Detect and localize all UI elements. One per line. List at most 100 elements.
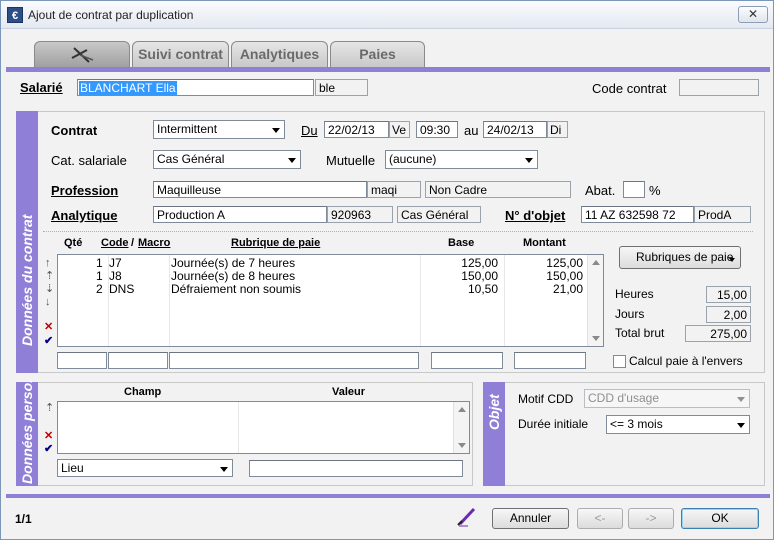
title-bar: € Ajout de contrat par duplication ✕	[1, 1, 773, 29]
mutuelle-value: (aucune)	[389, 152, 437, 166]
duree-initiale-select[interactable]: <= 3 mois	[606, 415, 750, 434]
donnees-perso-sidebar: Données perso.	[16, 379, 38, 486]
tab-underline	[6, 67, 770, 72]
chevron-down-icon	[220, 467, 228, 472]
grid-cell-qte: 1	[96, 269, 103, 283]
rubriques-de-paie-button[interactable]: Rubriques de paie	[619, 246, 741, 269]
col-champ-header: Champ	[124, 386, 162, 398]
duree-initiale-value: <= 3 mois	[610, 417, 663, 431]
record-position: 1/1	[15, 512, 32, 526]
analytique-field[interactable]	[153, 206, 327, 223]
profession-statut-field	[425, 181, 571, 198]
profession-code-field	[367, 181, 421, 198]
calcul-envers-checkbox[interactable]	[613, 355, 626, 368]
dialog-window: € Ajout de contrat par duplication ✕ Sui…	[0, 0, 774, 540]
ok-button[interactable]: OK	[681, 508, 759, 529]
scroll-up-icon[interactable]	[458, 407, 466, 412]
mutuelle-select[interactable]: (aucune)	[385, 150, 538, 169]
previous-button[interactable]: <-	[577, 508, 623, 529]
delete-row-icon[interactable]: ✕	[44, 322, 53, 333]
grid-cell-qte: 2	[96, 282, 103, 296]
code-contrat-field[interactable]	[679, 79, 759, 96]
lieu-value-field[interactable]	[249, 460, 463, 477]
app-euro-icon: €	[7, 7, 23, 23]
objet-number-field[interactable]	[581, 206, 694, 223]
total-brut-label: Total brut	[615, 326, 665, 340]
donnees-contrat-sidebar: Données du contrat	[16, 111, 38, 373]
validate-row-icon[interactable]: ✔	[44, 444, 53, 455]
grid-cell-code: J7	[109, 256, 122, 270]
grid-col-divider	[238, 402, 239, 453]
heures-field	[706, 286, 751, 303]
abat-label: Abat.	[585, 183, 616, 198]
validate-row-icon[interactable]: ✔	[44, 336, 53, 347]
heure-debut-field[interactable]	[416, 121, 458, 138]
col-rubrique-header[interactable]: Rubrique de paie	[231, 237, 320, 249]
edit-montant-field[interactable]	[514, 352, 586, 369]
contrat-select[interactable]: Intermittent	[153, 120, 285, 139]
abat-field[interactable]	[623, 181, 645, 198]
donnees-perso-grid[interactable]	[57, 401, 470, 454]
window-title: Ajout de contrat par duplication	[28, 8, 194, 22]
move-up-icon[interactable]: ↑	[45, 258, 51, 269]
move-top-icon[interactable]: ⇡	[45, 271, 54, 282]
profession-field[interactable]	[153, 181, 367, 198]
move-top-icon[interactable]: ⇡	[45, 403, 54, 414]
edit-code-field[interactable]	[108, 352, 168, 369]
close-button[interactable]: ✕	[738, 6, 768, 23]
analytique-label[interactable]: Analytique	[51, 208, 117, 223]
section-separator	[43, 231, 753, 232]
scroll-down-icon[interactable]	[592, 336, 600, 341]
delete-row-icon[interactable]: ✕	[44, 431, 53, 442]
grid-cell-qte: 1	[96, 256, 103, 270]
grid-cell-rubrique: Journée(s) de 7 heures	[171, 256, 296, 270]
grid-cell-rubrique: Journée(s) de 8 heures	[171, 269, 296, 283]
chevron-down-icon	[737, 423, 745, 428]
dropdown-arrow-icon	[729, 258, 735, 262]
col-code-header[interactable]: Code	[101, 237, 129, 249]
date-fin-field[interactable]	[483, 121, 547, 138]
tab-paies[interactable]: Paies	[330, 41, 425, 67]
edit-base-field[interactable]	[431, 352, 503, 369]
grid-cell-base: 150,00	[461, 269, 498, 283]
grid-scrollbar[interactable]	[587, 255, 603, 346]
jour-debut-field	[389, 121, 410, 138]
move-down-icon[interactable]: ↓	[45, 297, 51, 308]
contrat-select-value: Intermittent	[157, 122, 218, 136]
move-bottom-icon[interactable]: ⇣	[45, 284, 54, 295]
tab-general[interactable]	[34, 41, 130, 67]
annuler-button[interactable]: Annuler	[492, 508, 569, 529]
tab-analytiques[interactable]: Analytiques	[231, 41, 328, 67]
chevron-down-icon	[737, 397, 745, 402]
scroll-up-icon[interactable]	[592, 260, 600, 265]
grid-cell-base: 10,50	[467, 282, 498, 296]
pencil-icon[interactable]	[456, 505, 478, 527]
objet-number-label[interactable]: N° d'objet	[505, 208, 565, 223]
lieu-select[interactable]: Lieu	[57, 459, 233, 477]
perso-grid-scrollbar[interactable]	[453, 402, 469, 453]
donnees-contrat-side-label: Données du contrat	[19, 214, 35, 346]
cat-salariale-select[interactable]: Cas Général	[153, 150, 301, 169]
profession-label[interactable]: Profession	[51, 183, 118, 198]
col-macro-header[interactable]: Macro	[138, 237, 170, 249]
jour-fin-field	[547, 121, 568, 138]
du-label: Du	[301, 123, 318, 138]
chevron-down-icon	[272, 128, 280, 133]
next-button[interactable]: ->	[628, 508, 674, 529]
motif-cdd-select[interactable]: CDD d'usage	[584, 389, 750, 408]
objet-side-label: Objet	[486, 394, 502, 430]
scroll-down-icon[interactable]	[458, 443, 466, 448]
edit-qte-field[interactable]	[57, 352, 107, 369]
paie-grid[interactable]: 1 J7 Journée(s) de 7 heures 125,00 125,0…	[57, 254, 604, 347]
grid-cell-montant: 125,00	[546, 256, 583, 270]
edit-rubrique-field[interactable]	[169, 352, 419, 369]
total-brut-field	[685, 325, 751, 342]
cat-salariale-value: Cas Général	[157, 152, 225, 166]
abat-unit: %	[649, 183, 661, 198]
motif-cdd-value: CDD d'usage	[588, 391, 659, 405]
date-debut-field[interactable]	[324, 121, 389, 138]
col-qte-header: Qté	[64, 237, 83, 249]
grid-cell-code: DNS	[109, 282, 135, 296]
tab-suivi-contrat[interactable]: Suivi contrat	[132, 41, 229, 67]
grid-col-divider	[169, 255, 170, 346]
